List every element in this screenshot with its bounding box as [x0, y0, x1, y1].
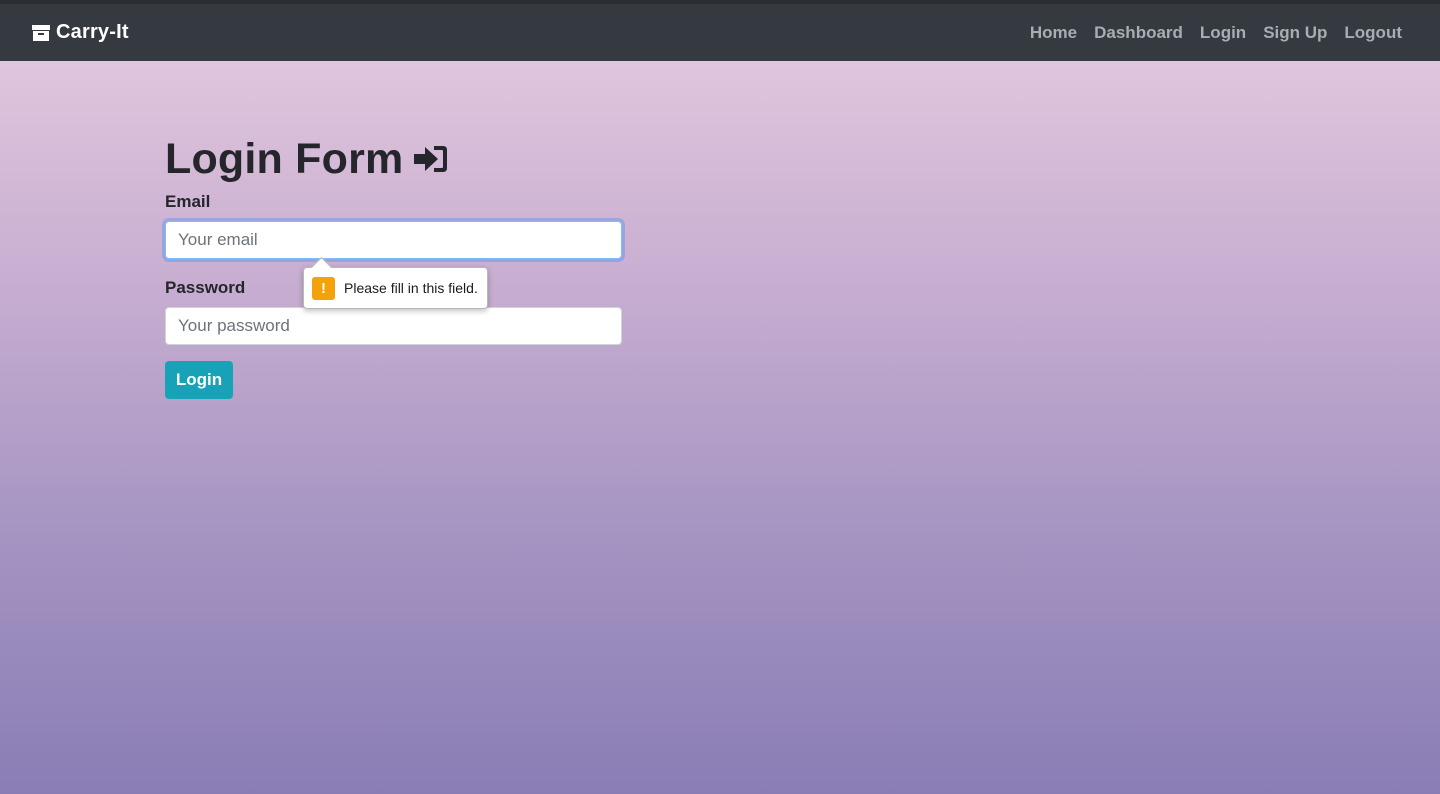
- login-form: Login Form Email Password Login: [165, 130, 625, 399]
- email-label: Email: [165, 192, 211, 211]
- form-header: Login Form: [165, 130, 625, 188]
- nav-link-dashboard[interactable]: Dashboard: [1094, 23, 1183, 43]
- nav-link-home[interactable]: Home: [1030, 23, 1077, 43]
- sign-in-icon: [414, 146, 448, 172]
- brand-link[interactable]: Carry-It: [32, 21, 129, 44]
- navbar: Carry-It Home Dashboard Login Sign Up Lo…: [0, 4, 1440, 61]
- nav-link-login[interactable]: Login: [1200, 23, 1246, 43]
- validation-tooltip: ! Please fill in this field.: [303, 267, 488, 309]
- nav-links: Home Dashboard Login Sign Up Logout: [1030, 23, 1402, 43]
- page-title: Login Form: [165, 134, 404, 183]
- validation-message: Please fill in this field.: [344, 280, 478, 296]
- password-field[interactable]: [165, 307, 622, 345]
- warning-icon: !: [312, 276, 335, 300]
- brand-name: Carry-It: [56, 21, 129, 43]
- archive-icon: [32, 24, 50, 41]
- email-field[interactable]: [165, 221, 622, 259]
- nav-link-logout[interactable]: Logout: [1344, 23, 1402, 43]
- password-label: Password: [165, 278, 246, 297]
- nav-link-signup[interactable]: Sign Up: [1263, 23, 1327, 43]
- login-button[interactable]: Login: [165, 361, 233, 399]
